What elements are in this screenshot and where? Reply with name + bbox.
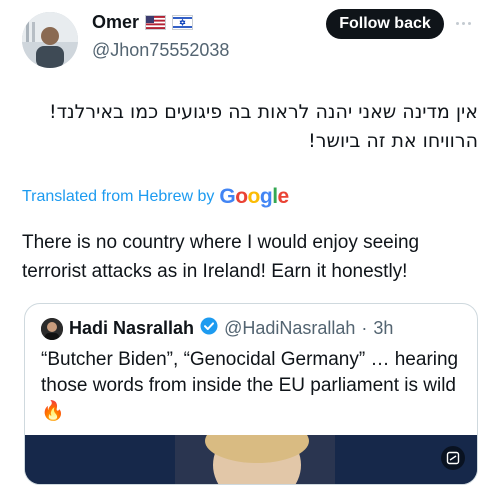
quoted-author-avatar[interactable] [41,317,63,340]
translation-attribution[interactable]: Translated from Hebrew by Google [22,185,289,209]
israel-flag-icon [172,15,194,30]
author-name-row: Omer [92,12,194,33]
author-handle[interactable]: @Jhon75552038 [92,40,229,61]
translated-label: Translated from Hebrew by [22,188,215,205]
follow-back-button[interactable]: Follow back [326,9,444,39]
quoted-post-media[interactable] [25,435,477,484]
post-text-line-1: אין מדינה שאני יהנה לראות בה פיגועים כמו… [48,101,478,123]
quoted-post[interactable]: Hadi Nasrallah @HadiNasrallah · 3h “Butc… [24,303,478,485]
quoted-post-text: “Butcher Biden”, “Genocidal Germany” … h… [41,349,459,422]
media-expand-icon[interactable] [441,446,465,470]
more-icon[interactable] [456,16,478,30]
quoted-post-header: Hadi Nasrallah @HadiNasrallah · 3h [41,317,393,340]
author-avatar[interactable] [22,12,78,68]
dot-separator: · [361,318,368,338]
post-text-line-2: הרוויחו את זה ביושר! [308,130,478,152]
quoted-author-handle[interactable]: @HadiNasrallah [224,318,355,339]
us-flag-icon [145,15,167,30]
post-translation: There is no country where I would enjoy … [22,232,420,282]
quoted-author-name[interactable]: Hadi Nasrallah [69,318,194,339]
post-text-hebrew: אין מדינה שאני יהנה לראות בה פיגועים כמו… [28,98,478,156]
author-name[interactable]: Omer [92,12,139,33]
quoted-post-time[interactable]: 3h [373,318,393,339]
google-logo: Google [219,185,289,208]
verified-badge-icon [200,317,218,340]
